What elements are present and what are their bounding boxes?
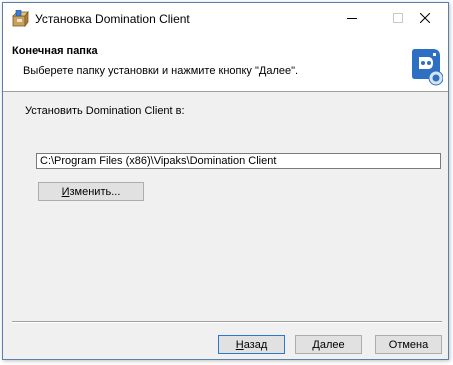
cancel-button[interactable]: Отмена xyxy=(375,335,442,354)
domination-client-logo xyxy=(409,46,444,86)
close-button[interactable] xyxy=(402,3,448,33)
next-button-label: алее xyxy=(319,338,345,351)
next-button[interactable]: Далее xyxy=(295,335,362,354)
change-button[interactable]: Изменить... xyxy=(38,182,144,201)
minimize-icon xyxy=(347,18,357,19)
close-icon xyxy=(420,13,430,23)
footer-separator xyxy=(12,321,442,323)
back-button-label: азад xyxy=(243,338,268,351)
back-button[interactable]: Назад xyxy=(218,335,285,354)
install-location-label: Установить Domination Client в: xyxy=(25,105,185,117)
wizard-header: Конечная папка Выберете папку установки … xyxy=(3,34,448,92)
title-bar[interactable]: Установка Domination Client xyxy=(3,3,448,34)
installer-window: Установка Domination Client Конечная пап… xyxy=(2,2,449,360)
change-button-mnemonic: И xyxy=(61,185,70,198)
page-subtitle: Выберете папку установки и нажмите кнопк… xyxy=(23,65,299,77)
install-path-input[interactable] xyxy=(36,153,441,169)
minimize-button[interactable] xyxy=(329,3,375,33)
window-title: Установка Domination Client xyxy=(35,12,190,26)
change-button-label: зменить... xyxy=(69,185,121,198)
installer-box-icon xyxy=(12,9,29,28)
next-button-mnemonic: Д xyxy=(312,338,320,351)
back-button-mnemonic: Н xyxy=(235,338,244,351)
page-title: Конечная папка xyxy=(12,45,98,57)
